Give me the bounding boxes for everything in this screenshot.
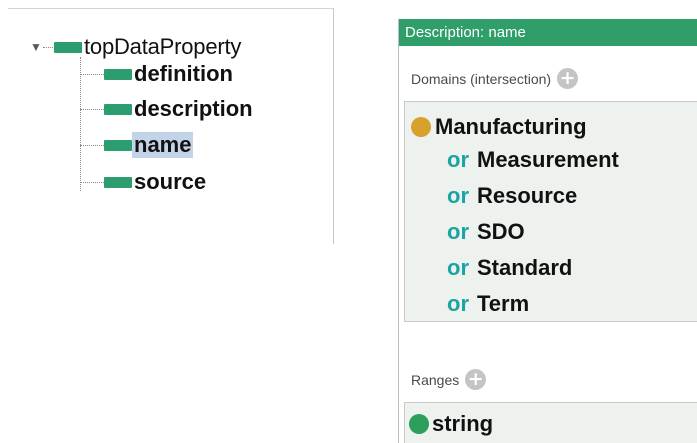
- expand-triangle-icon[interactable]: ▼: [30, 41, 42, 53]
- tree-connector: [43, 46, 53, 48]
- property-hierarchy-panel: ▼ topDataProperty definition description…: [8, 8, 334, 244]
- domain-item-standard[interactable]: or Standard: [447, 255, 572, 281]
- tree-item-name[interactable]: name: [80, 131, 194, 159]
- tree-item-description[interactable]: description: [80, 95, 255, 123]
- data-property-icon: [54, 41, 82, 53]
- domain-label: Resource: [477, 183, 578, 208]
- tree-item-source[interactable]: source: [80, 168, 208, 196]
- or-keyword: or: [447, 219, 469, 244]
- domain-item-term[interactable]: or Term: [447, 291, 529, 317]
- datatype-icon: [409, 414, 429, 434]
- data-property-icon: [104, 68, 132, 80]
- domain-label: Measurement: [477, 147, 619, 172]
- data-property-icon: [104, 139, 132, 151]
- domain-item-manufacturing[interactable]: Manufacturing: [411, 114, 587, 140]
- tree-connector: [80, 181, 104, 183]
- or-keyword: or: [447, 183, 469, 208]
- ranges-list: string: [404, 402, 697, 443]
- tree-item-definition[interactable]: definition: [80, 60, 235, 88]
- description-pane: Description: name Domains (intersection)…: [398, 19, 697, 443]
- domain-item-resource[interactable]: or Resource: [447, 183, 577, 209]
- ranges-section-title: Ranges +: [411, 369, 487, 390]
- domain-label: Term: [477, 291, 530, 316]
- tree-item-label: definition: [134, 61, 233, 86]
- add-range-button[interactable]: +: [465, 369, 487, 390]
- domain-item-measurement[interactable]: or Measurement: [447, 147, 619, 173]
- range-item-string[interactable]: string: [409, 411, 493, 437]
- tree-root-label: topDataProperty: [84, 34, 242, 59]
- data-property-icon: [104, 103, 132, 115]
- add-domain-button[interactable]: +: [557, 68, 579, 89]
- domains-section-title: Domains (intersection) +: [411, 68, 579, 89]
- tree-item-label: source: [134, 169, 207, 194]
- tree-connector: [80, 73, 104, 75]
- domain-item-sdo[interactable]: or SDO: [447, 219, 525, 245]
- or-keyword: or: [447, 255, 469, 280]
- description-header: Description: name: [399, 19, 697, 46]
- tree-item-label: name: [132, 132, 194, 158]
- or-keyword: or: [447, 291, 469, 316]
- data-property-icon: [104, 176, 132, 188]
- domains-list: Manufacturing or Measurement or Resource…: [404, 101, 697, 322]
- or-keyword: or: [447, 147, 469, 172]
- tree-item-label: description: [134, 96, 253, 121]
- ranges-title-label: Ranges: [411, 371, 460, 388]
- class-icon: [411, 117, 431, 137]
- domain-label: SDO: [477, 219, 525, 244]
- range-label: string: [432, 411, 494, 436]
- tree-root-topDataProperty[interactable]: ▼ topDataProperty: [30, 34, 242, 59]
- domain-label: Manufacturing: [435, 114, 587, 139]
- domains-title-label: Domains (intersection): [411, 70, 552, 87]
- tree-connector: [80, 108, 104, 110]
- tree-connector: [80, 144, 104, 146]
- domain-label: Standard: [477, 255, 573, 280]
